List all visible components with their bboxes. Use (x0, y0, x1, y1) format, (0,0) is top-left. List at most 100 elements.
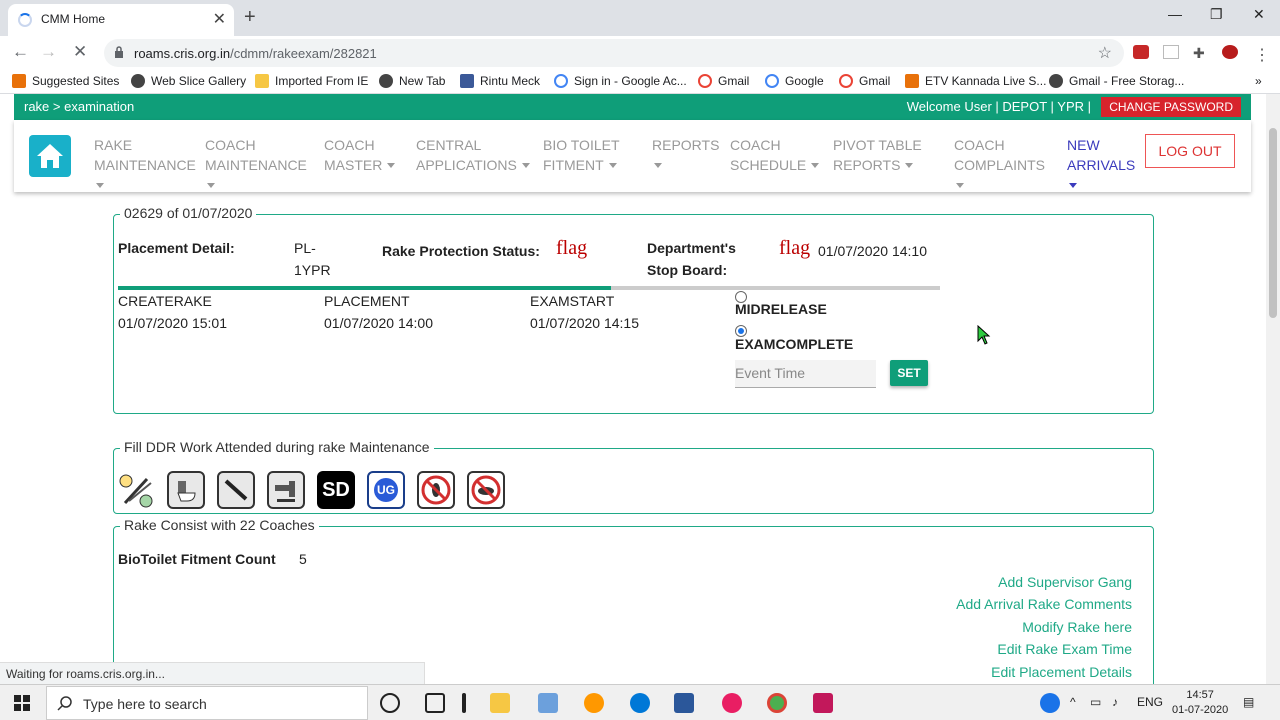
dept-time: 01/07/2020 14:10 (818, 243, 927, 259)
extension-icon[interactable] (1163, 45, 1179, 59)
scrollbar-thumb[interactable] (1269, 128, 1277, 318)
event-placement: PLACEMENT 01/07/2020 14:00 (324, 293, 433, 331)
home-button[interactable] (29, 135, 71, 177)
bookmark-item[interactable]: Gmail (839, 74, 890, 88)
close-window-icon[interactable]: ✕ (1253, 6, 1265, 23)
puzzle-icon[interactable]: ✚ (1193, 45, 1209, 61)
bookmark-item[interactable]: Web Slice Gallery (131, 74, 246, 88)
battery-icon[interactable]: ▭ (1090, 695, 1101, 709)
nav-reports[interactable]: REPORTS (652, 135, 719, 175)
no-insect-icon[interactable] (417, 471, 455, 509)
task-view-icon[interactable] (425, 693, 445, 713)
web-page: rake > examination Welcome User | DEPOT … (0, 94, 1266, 684)
rake-legend: 02629 of 01/07/2020 (120, 205, 257, 221)
cortana-icon[interactable] (380, 693, 400, 713)
bookmark-item[interactable]: ETV Kannada Live S... (905, 74, 1046, 88)
app-icon[interactable] (538, 693, 558, 713)
nav-bio-toilet-fitment[interactable]: BIO TOILET FITMENT (543, 135, 620, 175)
bookmark-star-icon[interactable]: ☆ (1098, 43, 1112, 63)
placement-label: Placement Detail: (118, 240, 235, 256)
modify-rake-link[interactable]: Modify Rake here (1022, 619, 1132, 635)
search-icon (57, 696, 72, 711)
bookmark-item[interactable]: Google (765, 74, 824, 88)
nav-rake-maintenance[interactable]: RAKE MAINTENANCE (94, 135, 196, 195)
maximize-icon[interactable]: ❐ (1210, 6, 1223, 23)
close-tab-icon[interactable]: ✕ (213, 9, 226, 29)
bookmark-item[interactable]: New Tab (379, 74, 445, 88)
nav-new-arrivals[interactable]: NEW ARRIVALS (1067, 135, 1135, 195)
browser-tab[interactable]: CMM Home ✕ (8, 4, 234, 36)
app-icon[interactable] (813, 693, 833, 713)
menu-dots-icon[interactable]: ⋮ (1254, 45, 1270, 64)
bookmark-folder[interactable]: Imported From IE (255, 74, 368, 88)
stop-loading-icon[interactable]: ✕ (73, 42, 87, 62)
more-bookmarks-icon[interactable]: » (1255, 74, 1262, 88)
nav-central-applications[interactable]: CENTRAL APPLICATIONS (416, 135, 530, 175)
address-bar[interactable]: roams.cris.org.in/cdmm/rakeexam/282821 ☆ (104, 39, 1124, 67)
toilet-icon[interactable] (167, 471, 205, 509)
bookmark-item[interactable]: Sign in - Google Ac... (554, 74, 687, 88)
tab-title: CMM Home (41, 12, 106, 26)
edge-icon[interactable] (630, 693, 650, 713)
photos-icon[interactable] (722, 693, 742, 713)
edit-placement-link[interactable]: Edit Placement Details (991, 664, 1132, 680)
tap-icon[interactable] (267, 471, 305, 509)
mouse-cursor-icon (977, 325, 991, 345)
extension-icon[interactable] (1133, 45, 1149, 59)
welcome-text: Welcome User | DEPOT | YPR | (906, 99, 1091, 114)
event-examstart: EXAMSTART 01/07/2020 14:15 (530, 293, 639, 331)
back-icon[interactable]: ← (12, 42, 29, 62)
consist-legend: Rake Consist with 22 Coaches (120, 517, 319, 533)
edit-exam-time-link[interactable]: Edit Rake Exam Time (997, 641, 1132, 657)
add-arrival-comments-link[interactable]: Add Arrival Rake Comments (956, 596, 1132, 612)
bookmarks-bar: Suggested Sites Web Slice Gallery Import… (0, 68, 1280, 94)
change-password-button[interactable]: CHANGE PASSWORD (1101, 97, 1241, 117)
ug-icon[interactable]: UG (367, 471, 405, 509)
nav-pivot-table-reports[interactable]: PIVOT TABLE REPORTS (833, 135, 922, 175)
minimize-icon[interactable]: — (1168, 6, 1182, 22)
nav-coach-complaints[interactable]: COACH COMPLAINTS (954, 135, 1045, 195)
word-icon[interactable] (674, 693, 694, 713)
help-icon[interactable] (1040, 693, 1060, 713)
bookmark-item[interactable]: Gmail - Free Storag... (1049, 74, 1184, 88)
status-bar: Waiting for roams.cris.org.in... (0, 662, 425, 684)
notification-icon[interactable]: ▤ (1243, 695, 1254, 709)
browser-toolbar: ← → ✕ roams.cris.org.in/cdmm/rakeexam/28… (0, 36, 1280, 68)
event-time-input[interactable]: Event Time (735, 360, 876, 388)
logout-button[interactable]: LOG OUT (1145, 134, 1235, 168)
vertical-scrollbar[interactable] (1266, 94, 1280, 684)
taskbar-search-box[interactable]: Type here to search (46, 686, 368, 720)
forward-icon[interactable]: → (40, 42, 57, 62)
divider-icon (462, 693, 466, 713)
bookmark-item[interactable]: Rintu Meck (460, 74, 540, 88)
fitment-count-value: 5 (299, 551, 307, 567)
wrench-icon[interactable] (117, 471, 155, 509)
chrome-icon[interactable] (767, 693, 787, 713)
clock[interactable]: 14:57 01-07-2020 (1172, 688, 1228, 718)
dept-flag: flag (779, 237, 811, 259)
nav-coach-master[interactable]: COACH MASTER (324, 135, 396, 175)
set-button[interactable]: SET (890, 360, 928, 386)
nav-coach-schedule[interactable]: COACH SCHEDULE (730, 135, 820, 175)
examcomplete-label: EXAMCOMPLETE (735, 336, 854, 352)
bookmark-item[interactable]: Suggested Sites (12, 74, 119, 88)
language-indicator[interactable]: ENG (1137, 695, 1163, 709)
top-header-bar: rake > examination Welcome User | DEPOT … (14, 94, 1251, 120)
nav-coach-maintenance[interactable]: COACH MAINTENANCE (205, 135, 307, 195)
app-icon[interactable] (584, 693, 604, 713)
file-explorer-icon[interactable] (490, 693, 510, 713)
fitment-count-label: BioToilet Fitment Count (118, 551, 276, 567)
sd-icon[interactable]: SD (317, 471, 355, 509)
profile-avatar[interactable] (1222, 45, 1238, 59)
tray-arrow-icon[interactable]: ^ (1070, 695, 1076, 709)
home-icon (37, 144, 63, 168)
tool-icon[interactable] (217, 471, 255, 509)
bookmark-item[interactable]: Gmail (698, 74, 749, 88)
main-navbar: RAKE MAINTENANCE COACH MAINTENANCE COACH MA… (14, 120, 1251, 192)
add-supervisor-gang-link[interactable]: Add Supervisor Gang (998, 574, 1132, 590)
windows-start-icon[interactable] (14, 695, 30, 711)
volume-icon[interactable]: ♪ (1112, 695, 1118, 709)
no-rat-icon[interactable] (467, 471, 505, 509)
new-tab-icon[interactable]: + (244, 6, 256, 29)
lock-icon (115, 46, 123, 58)
